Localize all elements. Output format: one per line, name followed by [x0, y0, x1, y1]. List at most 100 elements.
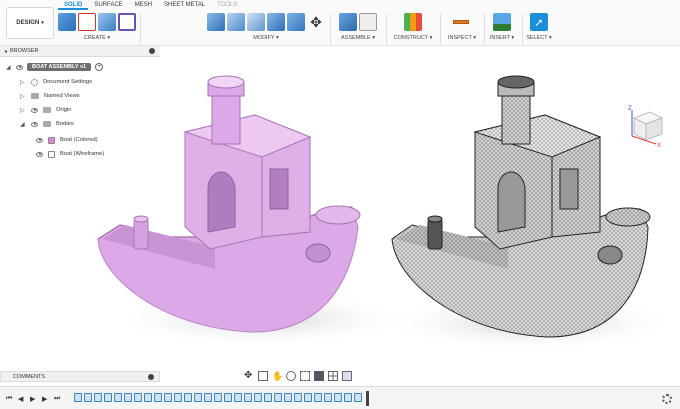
new-component-icon[interactable]: [58, 13, 76, 31]
shell-icon[interactable]: [267, 13, 285, 31]
timeline-feature[interactable]: [154, 393, 162, 402]
modify-menu[interactable]: MODIFY ▾: [200, 35, 332, 41]
visibility-eye-icon[interactable]: [31, 107, 38, 113]
timeline-marker[interactable]: [366, 391, 369, 406]
offset-plane-icon[interactable]: [404, 13, 422, 31]
insert-menu[interactable]: INSERT ▾: [486, 35, 518, 41]
add-circle-icon[interactable]: +: [95, 63, 104, 71]
expand-triangle-icon[interactable]: ▷: [20, 107, 26, 114]
tree-row-body-wireframe[interactable]: Boat (Wireframe): [36, 147, 104, 161]
extrude-icon[interactable]: [98, 13, 116, 31]
play-icon[interactable]: ▶: [30, 395, 35, 403]
timeline-feature[interactable]: [304, 393, 312, 402]
timeline-feature[interactable]: [124, 393, 132, 402]
body-swatch-icon: [48, 150, 55, 158]
visibility-eye-icon[interactable]: [36, 151, 43, 157]
inspect-menu[interactable]: INSPECT ▾: [442, 35, 482, 41]
timeline-feature[interactable]: [324, 393, 332, 402]
timeline-feature[interactable]: [204, 393, 212, 402]
tree-row-assembly[interactable]: ◢ BOAT ASSEMBLY v1 +: [6, 60, 104, 74]
pin-icon[interactable]: [148, 374, 154, 380]
expand-triangle-icon[interactable]: ▷: [20, 93, 26, 100]
step-forward-icon[interactable]: ▶: [42, 395, 47, 403]
timeline-feature[interactable]: [194, 393, 202, 402]
timeline-feature[interactable]: [164, 393, 172, 402]
gear-icon[interactable]: [662, 394, 672, 404]
assemble-menu[interactable]: ASSEMBLE ▾: [334, 35, 382, 41]
timeline-feature[interactable]: [344, 393, 352, 402]
tab-mesh[interactable]: MESH: [129, 0, 158, 10]
timeline-feature[interactable]: [244, 393, 252, 402]
tree-row-named-views[interactable]: ▷ Named Views: [20, 89, 80, 103]
timeline-feature[interactable]: [104, 393, 112, 402]
grid-icon[interactable]: [328, 371, 338, 381]
expand-triangle-icon[interactable]: ◢: [6, 64, 12, 71]
display-settings-icon[interactable]: [314, 371, 324, 381]
tree-row-origin[interactable]: ▷ Origin: [20, 103, 71, 117]
look-at-icon[interactable]: [258, 371, 268, 381]
tree-row-body-colored[interactable]: Boat (Colored): [36, 133, 98, 147]
fit-icon[interactable]: [300, 371, 310, 381]
form-icon[interactable]: [118, 13, 136, 31]
timeline-feature[interactable]: [254, 393, 262, 402]
timeline-feature[interactable]: [224, 393, 232, 402]
chamfer-icon[interactable]: [247, 13, 265, 31]
comments-panel-header[interactable]: COMMENTS: [0, 371, 160, 382]
visibility-eye-icon[interactable]: [16, 64, 23, 70]
joint-icon[interactable]: [359, 13, 377, 31]
select-menu[interactable]: SELECT ▾: [524, 35, 554, 41]
timeline-feature[interactable]: [74, 393, 82, 402]
timeline-feature[interactable]: [94, 393, 102, 402]
tree-row-document-settings[interactable]: ▷ Document Settings: [20, 75, 92, 89]
timeline-feature[interactable]: [314, 393, 322, 402]
visibility-eye-icon[interactable]: [31, 121, 38, 127]
expand-triangle-icon[interactable]: ▷: [20, 79, 26, 86]
move-icon[interactable]: ✥: [307, 13, 325, 31]
timeline-feature[interactable]: [284, 393, 292, 402]
visibility-eye-icon[interactable]: [36, 137, 43, 143]
timeline-feature[interactable]: [354, 393, 362, 402]
new-component-assemble-icon[interactable]: [339, 13, 357, 31]
combine-icon[interactable]: [287, 13, 305, 31]
3d-viewport[interactable]: Z X: [0, 57, 680, 375]
timeline-feature[interactable]: [174, 393, 182, 402]
go-to-end-icon[interactable]: ⏭: [54, 395, 60, 403]
orbit-icon[interactable]: ✥: [244, 371, 254, 381]
timeline-feature[interactable]: [334, 393, 342, 402]
timeline-feature[interactable]: [144, 393, 152, 402]
fillet-icon[interactable]: [227, 13, 245, 31]
timeline-feature[interactable]: [134, 393, 142, 402]
timeline-feature[interactable]: [234, 393, 242, 402]
tab-solid[interactable]: SOLID: [58, 0, 89, 10]
viewcube[interactable]: Z X: [622, 104, 668, 150]
tree-row-bodies[interactable]: ◢ Bodies: [20, 117, 74, 131]
boat-colored-model[interactable]: [97, 75, 410, 347]
pin-icon[interactable]: [149, 48, 155, 54]
timeline-features: [74, 393, 362, 404]
browser-panel-header[interactable]: ◂ BROWSER: [0, 46, 160, 57]
pan-hand-icon[interactable]: ✋: [272, 371, 283, 381]
tab-sheet-metal[interactable]: SHEET METAL: [158, 0, 211, 10]
workspace-switcher[interactable]: DESIGN ▾: [6, 7, 54, 39]
expand-triangle-icon[interactable]: ◢: [20, 121, 26, 128]
timeline-feature[interactable]: [264, 393, 272, 402]
press-pull-icon[interactable]: [207, 13, 225, 31]
timeline-feature[interactable]: [184, 393, 192, 402]
timeline-feature[interactable]: [294, 393, 302, 402]
timeline-feature[interactable]: [114, 393, 122, 402]
tab-tools[interactable]: TOOLS: [211, 0, 243, 10]
measure-icon[interactable]: [453, 13, 471, 31]
tab-surface[interactable]: SURFACE: [88, 0, 128, 10]
insert-image-icon[interactable]: [493, 13, 511, 31]
viewports-icon[interactable]: [342, 371, 352, 381]
timeline-feature[interactable]: [214, 393, 222, 402]
sketch-icon[interactable]: [78, 13, 96, 31]
go-to-start-icon[interactable]: ⏮: [6, 395, 12, 403]
timeline-feature[interactable]: [84, 393, 92, 402]
step-back-icon[interactable]: ◀: [18, 395, 23, 403]
select-cursor-icon[interactable]: ➚: [530, 13, 548, 31]
timeline-feature[interactable]: [274, 393, 282, 402]
create-menu[interactable]: CREATE ▾: [58, 35, 136, 41]
zoom-icon[interactable]: [286, 371, 296, 381]
construct-menu[interactable]: CONSTRUCT ▾: [390, 35, 436, 41]
